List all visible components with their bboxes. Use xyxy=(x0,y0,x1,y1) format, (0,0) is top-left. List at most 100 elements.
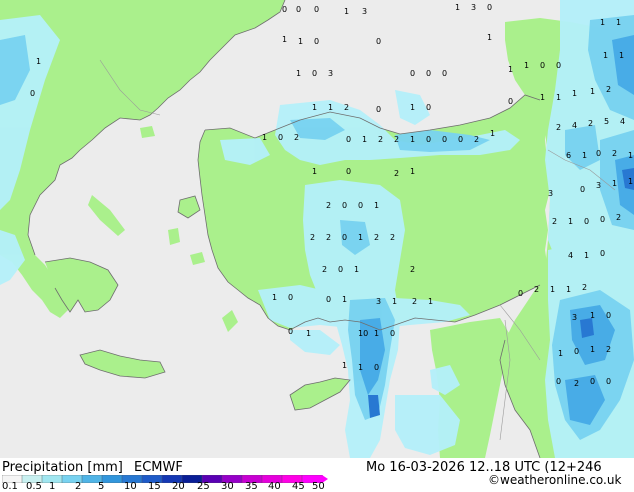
precip-value-label: 0 xyxy=(346,135,351,144)
precip-value-label: 1 xyxy=(550,285,555,294)
precip-value-label: 1 xyxy=(524,61,529,70)
legend-tick-label: 35 xyxy=(245,481,258,492)
precip-value-label: 3 xyxy=(471,3,476,12)
legend-tick-label: 50 xyxy=(312,481,325,492)
precip-value-label: 0 xyxy=(596,149,601,158)
precip-value-label: 1 xyxy=(616,18,621,27)
precip-value-label: 2 xyxy=(344,103,349,112)
model-name: ECMWF xyxy=(134,460,183,475)
legend-tick-label: 40 xyxy=(268,481,281,492)
precip-value-label: 2 xyxy=(326,233,331,242)
precip-value-label: 4 xyxy=(568,251,573,260)
precip-value-label: 2 xyxy=(394,135,399,144)
precip-value-label: 2 xyxy=(310,233,315,242)
precip-value-label: 1 xyxy=(628,177,633,186)
precip-value-label: 0 xyxy=(508,97,513,106)
precip-value-label: 0 xyxy=(426,69,431,78)
precip-value-label: 0 xyxy=(296,5,301,14)
precip-value-label: 0 xyxy=(314,5,319,14)
precip-value-label: 1 xyxy=(603,51,608,60)
precip-value-label: 5 xyxy=(604,117,609,126)
legend-tick-label: 5 xyxy=(98,481,105,492)
precip-value-label: 4 xyxy=(572,121,577,130)
precip-value-label: 1 xyxy=(566,285,571,294)
precip-value-label: 0 xyxy=(342,201,347,210)
precip-value-label: 1 xyxy=(490,129,495,138)
legend-title: Precipitation [mm] xyxy=(2,460,123,475)
precip-value-label: 0 xyxy=(606,311,611,320)
precip-value-label: 0 xyxy=(288,293,293,302)
precip-value-label: 0 xyxy=(458,135,463,144)
precip-value-label: 2 xyxy=(390,233,395,242)
precip-value-label: 0 xyxy=(374,363,379,372)
precip-value-label: 2 xyxy=(394,169,399,178)
precip-value-label: 3 xyxy=(362,7,367,16)
precip-value-label: 1 xyxy=(328,103,333,112)
precip-value-label: 3 xyxy=(548,189,553,198)
precip-value-label: 1 xyxy=(410,167,415,176)
precip-value-label: 2 xyxy=(574,379,579,388)
precip-value-label: 2 xyxy=(582,283,587,292)
precip-value-label: 3 xyxy=(596,181,601,190)
precip-value-label: 0 xyxy=(30,89,35,98)
precip-value-label: 2 xyxy=(606,345,611,354)
precip-value-label: 6 xyxy=(566,151,571,160)
precip-value-label: 1 xyxy=(312,103,317,112)
precip-value-label: 2 xyxy=(374,233,379,242)
precip-value-label: 1 xyxy=(282,35,287,44)
precip-value-label: 1 xyxy=(354,265,359,274)
precip-value-label: 1 xyxy=(572,89,577,98)
precip-value-label: 3 xyxy=(376,297,381,306)
precip-value-label: 1 xyxy=(298,37,303,46)
precip-value-label: 1 xyxy=(296,69,301,78)
precip-value-label: 1 xyxy=(590,345,595,354)
precip-value-label: 0 xyxy=(426,103,431,112)
precip-value-label: 3 xyxy=(572,313,577,322)
precip-value-label: 1 xyxy=(600,18,605,27)
precip-value-label: 0 xyxy=(556,377,561,386)
precip-value-label: 2 xyxy=(606,85,611,94)
precip-value-label: 1 xyxy=(312,167,317,176)
precipitation-map: 0001313011110011030001100111011201001111… xyxy=(0,0,634,459)
precip-value-label: 0 xyxy=(600,215,605,224)
precip-value-label: 0 xyxy=(278,133,283,142)
precip-value-label: 2 xyxy=(556,123,561,132)
precip-value-label: 0 xyxy=(282,5,287,14)
precip-value-label: 0 xyxy=(410,69,415,78)
precip-value-label: 2 xyxy=(322,265,327,274)
precip-value-label: 1 xyxy=(582,151,587,160)
legend-swatch xyxy=(101,475,123,483)
legend-tick-label: 45 xyxy=(292,481,305,492)
precip-value-label: 2 xyxy=(412,297,417,306)
precip-value-label: 0 xyxy=(312,69,317,78)
precip-value-label: 0 xyxy=(518,289,523,298)
precip-value-label: 0 xyxy=(376,105,381,114)
precip-value-label: 0 xyxy=(556,61,561,70)
precip-value-label: 0 xyxy=(326,295,331,304)
precip-value-label: 2 xyxy=(474,135,479,144)
precip-value-label: 2 xyxy=(588,119,593,128)
precip-value-label: 2 xyxy=(612,149,617,158)
legend-tick-label: 1 xyxy=(49,481,56,492)
land-chios xyxy=(168,228,180,245)
precip-value-label: 2 xyxy=(326,201,331,210)
precip-value-label: 1 xyxy=(374,201,379,210)
precip-value-label: 1 xyxy=(619,51,624,60)
precip-value-label: 1 xyxy=(540,93,545,102)
precip-value-label: 1 xyxy=(508,65,513,74)
legend-footer: Precipitation [mm] ECMWF Mo 16-03-2026 1… xyxy=(0,458,634,492)
legend-tick-label: 2 xyxy=(75,481,82,492)
precip-value-label: 4 xyxy=(620,117,625,126)
precip-value-label: 1 xyxy=(568,217,573,226)
legend-tick-label: 0.5 xyxy=(26,481,42,492)
precip-value-label: 1 xyxy=(410,135,415,144)
precip-value-label: 0 xyxy=(442,69,447,78)
precip-value-label: 0 xyxy=(358,201,363,210)
precip-value-label: 1 xyxy=(556,93,561,102)
precip-value-label: 2 xyxy=(294,133,299,142)
precip-value-label: 1 xyxy=(342,361,347,370)
precip-value-label: 0 xyxy=(390,329,395,338)
precip-value-label: 0 xyxy=(540,61,545,70)
precip-value-label: 0 xyxy=(487,3,492,12)
legend-tick-label: 25 xyxy=(197,481,210,492)
